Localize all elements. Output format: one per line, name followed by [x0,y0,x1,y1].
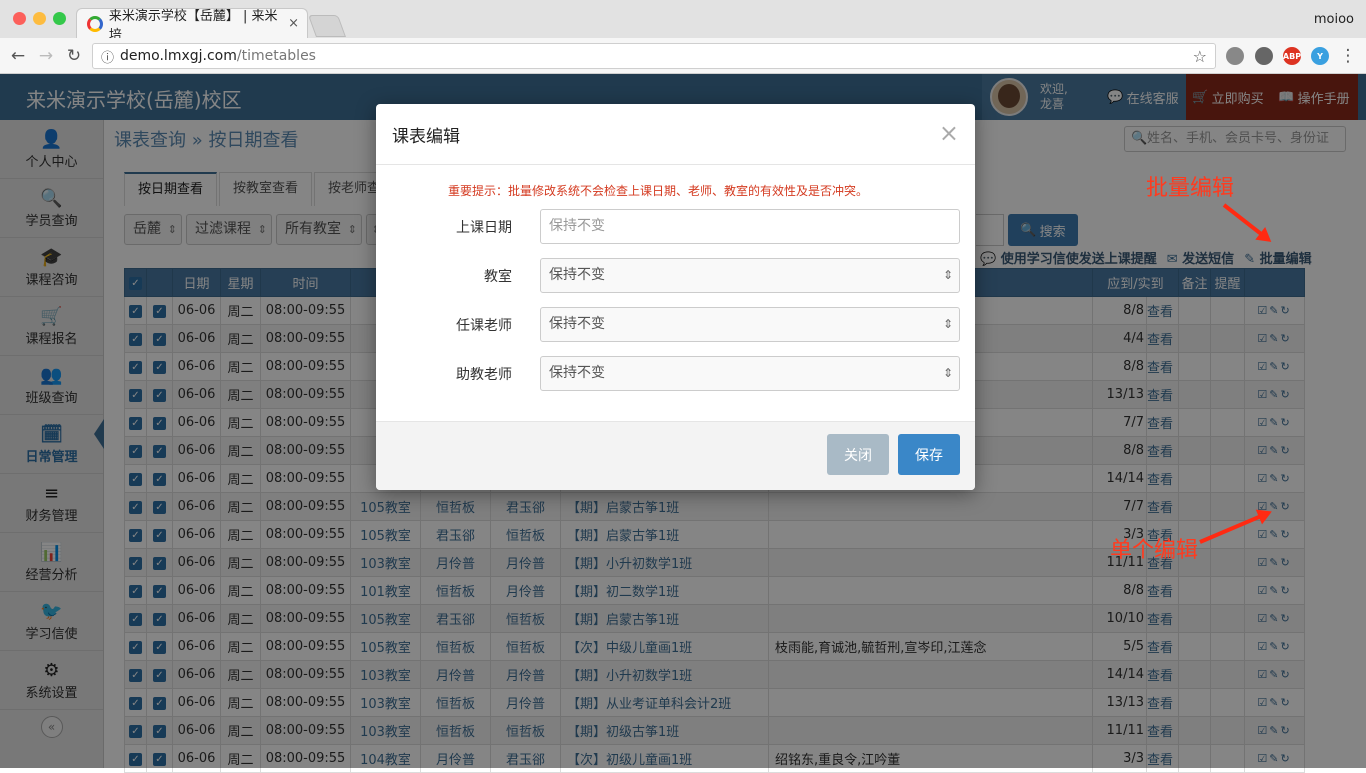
date-row: 上课日期 保持不变 [376,209,975,245]
modal-title: 课表编辑 [376,104,975,165]
nav-bar: ← → ↻ ⓘ demo.lmxgj.com/timetables ☆ ABP … [0,38,1366,74]
room-label: 教室 [484,269,512,285]
room-row: 教室 保持不变 [376,258,975,294]
url-path: /timetables [236,48,316,64]
y-extension-icon[interactable]: Y [1311,47,1329,65]
date-input[interactable]: 保持不变 [540,209,960,244]
single-edit-annotation: 单个编辑 [1110,538,1199,563]
menu-icon[interactable]: ⋮ [1338,46,1358,66]
tab-close-icon[interactable]: × [288,16,299,31]
timetable-edit-modal: 课表编辑 × 重要提示：批量修改系统不会检查上课日期、老师、教室的有效性及是否冲… [376,104,975,490]
teacher-label: 任课老师 [456,318,512,334]
assistant-select[interactable]: 保持不变 [540,356,960,391]
modal-close-icon[interactable]: × [939,120,959,146]
batch-edit-annotation: 批量编辑 [1146,176,1235,201]
close-window-button[interactable] [13,12,26,25]
favicon-icon [87,15,103,32]
minimize-window-button[interactable] [33,12,46,25]
save-button[interactable]: 保存 [898,434,960,475]
modal-footer: 关闭 保存 [376,421,975,490]
browser-chrome: 来米演示学校【岳麓】 | 来米培 × moioo ← → ↻ ⓘ demo.lm… [0,0,1366,74]
profile-name[interactable]: moioo [1314,12,1354,27]
forward-icon[interactable]: → [36,46,56,66]
teacher-row: 任课老师 保持不变 [376,307,975,343]
reload-icon[interactable]: ↻ [64,46,84,66]
new-tab-button[interactable] [307,15,347,37]
date-label: 上课日期 [456,220,512,236]
room-select[interactable]: 保持不变 [540,258,960,293]
warning-text: 重要提示：批量修改系统不会检查上课日期、老师、教室的有效性及是否冲突。 [448,184,869,198]
bookmark-star-icon[interactable]: ☆ [1193,47,1207,66]
assistant-row: 助教老师 保持不变 [376,356,975,392]
cat-extension-icon[interactable] [1255,47,1273,65]
back-icon[interactable]: ← [8,46,28,66]
info-icon[interactable]: ⓘ [101,47,114,66]
browser-tab[interactable]: 来米演示学校【岳麓】 | 来米培 × [76,8,308,43]
teacher-select[interactable]: 保持不变 [540,307,960,342]
maximize-window-button[interactable] [53,12,66,25]
tab-title: 来米演示学校【岳麓】 | 来米培 [108,8,278,43]
extension-icon[interactable] [1226,47,1244,65]
adblock-icon[interactable]: ABP [1283,47,1301,65]
address-bar[interactable]: ⓘ demo.lmxgj.com/timetables ☆ [92,43,1216,69]
url-host: demo.lmxgj.com [120,48,237,64]
title-bar: 来米演示学校【岳麓】 | 来米培 × moioo [0,0,1366,43]
close-button[interactable]: 关闭 [827,434,889,475]
assistant-label: 助教老师 [456,367,512,383]
